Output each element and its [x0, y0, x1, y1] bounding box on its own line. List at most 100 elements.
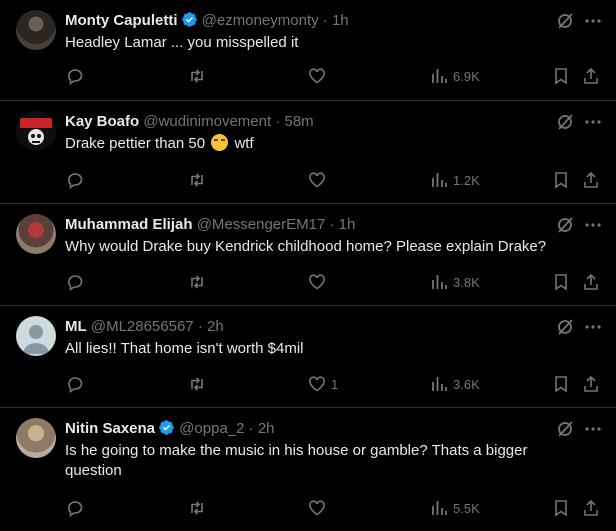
like-button[interactable] — [308, 66, 331, 86]
retweet-button[interactable] — [188, 66, 211, 86]
timestamp[interactable]: 1h — [332, 12, 349, 29]
views-button[interactable]: 3.8K — [430, 272, 480, 292]
bookmark-icon — [555, 500, 567, 517]
share-icon — [584, 171, 598, 188]
share-button[interactable] — [582, 374, 600, 394]
retweet-button[interactable] — [188, 498, 211, 518]
heart-icon — [309, 274, 325, 290]
separator: · — [248, 420, 254, 437]
more-options-icon[interactable] — [583, 112, 603, 132]
grok-icon[interactable] — [555, 112, 575, 132]
reply-button[interactable] — [66, 498, 89, 518]
tweet[interactable]: Muhammad Elijah @MessengerEM17 · 1h Why … — [0, 204, 616, 306]
tweet-text: Is he going to make the music in his hou… — [65, 442, 528, 479]
handle[interactable]: @ezmoneymonty — [202, 12, 319, 29]
display-name[interactable]: ML — [65, 318, 87, 335]
display-name[interactable]: Kay Boafo — [65, 113, 139, 130]
verified-badge-icon — [158, 419, 175, 436]
views-button[interactable]: 1.2K — [430, 170, 480, 190]
like-button[interactable] — [308, 498, 331, 518]
tweet-actions: 3.8K — [0, 272, 616, 292]
avatar[interactable] — [16, 214, 56, 254]
timestamp[interactable]: 2h — [258, 420, 275, 437]
share-button[interactable] — [582, 498, 600, 518]
share-button[interactable] — [582, 170, 600, 190]
retweet-button[interactable] — [188, 170, 211, 190]
tweet-header: Nitin Saxena @oppa_2 · 2h — [65, 419, 275, 439]
bookmark-button[interactable] — [552, 272, 570, 292]
retweet-button[interactable] — [188, 272, 211, 292]
separator: · — [197, 318, 203, 335]
more-options-icon[interactable] — [583, 215, 603, 235]
view-count: 5.5K — [453, 500, 480, 516]
tweet[interactable]: ML @ML28656567 · 2h All lies!! That home… — [0, 306, 616, 408]
handle[interactable]: @ML28656567 — [91, 318, 194, 335]
avatar[interactable] — [16, 418, 56, 458]
bookmark-icon — [555, 172, 567, 189]
grok-icon[interactable] — [555, 419, 575, 439]
view-count: 3.8K — [453, 274, 480, 290]
more-options-icon[interactable] — [583, 419, 603, 439]
avatar[interactable] — [16, 316, 56, 356]
tweet-text: Headley Lamar ... you misspelled it — [65, 34, 299, 51]
bookmark-button[interactable] — [552, 374, 570, 394]
tweet-actions: 6.9K — [0, 66, 616, 86]
share-button[interactable] — [582, 272, 600, 292]
tweet-text-part: wtf — [234, 135, 254, 152]
bookmark-button[interactable] — [552, 66, 570, 86]
timestamp[interactable]: 1h — [339, 216, 356, 233]
reply-button[interactable] — [66, 66, 89, 86]
separator: · — [322, 12, 328, 29]
view-count: 3.6K — [453, 376, 480, 392]
timestamp[interactable]: 58m — [284, 113, 313, 130]
views-button[interactable]: 5.5K — [430, 498, 480, 518]
like-button[interactable] — [308, 170, 331, 190]
bookmark-button[interactable] — [552, 170, 570, 190]
tweet-header: Kay Boafo @wudinimovement · 58m — [65, 112, 314, 132]
reply-button[interactable] — [66, 170, 89, 190]
like-button[interactable] — [308, 272, 331, 292]
views-chart-icon — [432, 275, 447, 289]
tweet-actions: 5.5K — [0, 498, 616, 518]
avatar[interactable] — [16, 111, 56, 151]
reply-button[interactable] — [66, 374, 89, 394]
separator: · — [275, 113, 281, 130]
tweet[interactable]: Monty Capuletti @ezmoneymonty · 1h Headl… — [0, 0, 616, 101]
grok-icon[interactable] — [555, 11, 575, 31]
handle[interactable]: @MessengerEM17 — [197, 216, 326, 233]
more-options-icon[interactable] — [583, 11, 603, 31]
grok-icon[interactable] — [555, 215, 575, 235]
retweet-icon — [191, 275, 203, 289]
tweet[interactable]: Nitin Saxena @oppa_2 · 2h Is he going to… — [0, 408, 616, 531]
tweet-header: Muhammad Elijah @MessengerEM17 · 1h — [65, 215, 355, 235]
separator: · — [329, 216, 335, 233]
display-name[interactable]: Muhammad Elijah — [65, 216, 193, 233]
retweet-icon — [191, 69, 203, 83]
view-count: 6.9K — [453, 68, 480, 84]
avatar[interactable] — [16, 10, 56, 50]
verified-badge-icon — [181, 11, 198, 28]
handle[interactable]: @oppa_2 — [179, 420, 244, 437]
grok-icon[interactable] — [555, 317, 575, 337]
bookmark-button[interactable] — [552, 498, 570, 518]
reply-icon — [68, 501, 83, 517]
views-button[interactable]: 6.9K — [430, 66, 480, 86]
share-icon — [584, 273, 598, 290]
tweet-text: Drake pettier than 50 wtf — [65, 134, 585, 154]
tweet[interactable]: Kay Boafo @wudinimovement · 58m Drake pe… — [0, 101, 616, 204]
reply-button[interactable] — [66, 272, 89, 292]
like-button[interactable]: 1 — [308, 374, 338, 394]
display-name[interactable]: Monty Capuletti — [65, 12, 178, 29]
more-options-icon[interactable] — [583, 317, 603, 337]
handle[interactable]: @wudinimovement — [143, 113, 271, 130]
display-name[interactable]: Nitin Saxena — [65, 420, 155, 437]
tweet-text: All lies!! That home isn't worth $4mil — [65, 340, 304, 357]
timestamp[interactable]: 2h — [207, 318, 224, 335]
share-button[interactable] — [582, 66, 600, 86]
retweet-button[interactable] — [188, 374, 211, 394]
like-count: 1 — [331, 376, 339, 392]
views-chart-icon — [432, 501, 447, 515]
views-button[interactable]: 3.6K — [430, 374, 480, 394]
views-chart-icon — [432, 377, 447, 391]
reply-icon — [68, 69, 83, 85]
